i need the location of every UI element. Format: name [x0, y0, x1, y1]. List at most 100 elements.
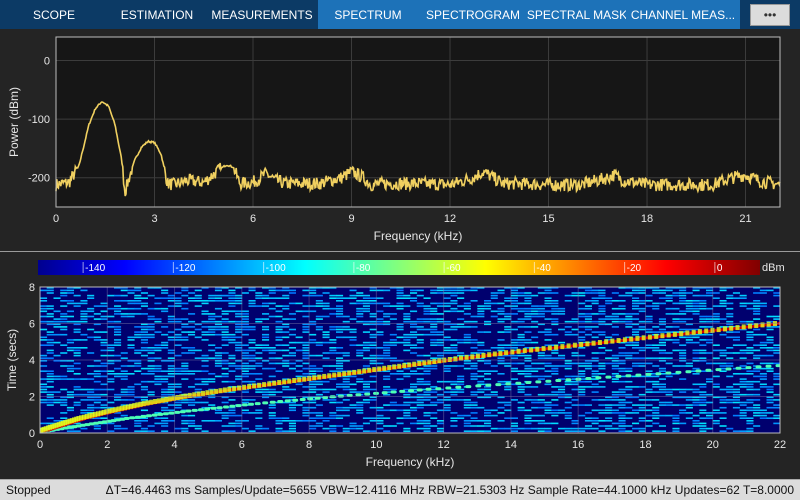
spectrogram-cell — [504, 380, 512, 383]
spectrogram-cell — [309, 427, 317, 430]
spectrogram-cell — [396, 307, 404, 310]
tab-measurements[interactable]: MEASUREMENTS — [206, 0, 318, 29]
spectrogram-cell — [618, 300, 626, 302]
spectrogram-cell — [302, 357, 310, 359]
spectrogram-cell — [625, 430, 633, 432]
spectrogram-cell — [699, 307, 707, 310]
spectrogram-cell — [759, 409, 767, 412]
spectrogram-cell — [120, 352, 128, 354]
spectrogram-cell — [235, 302, 243, 305]
spectrogram-harmonic-cell — [745, 366, 752, 370]
spectrogram-cell — [652, 347, 660, 349]
spectrogram-cell — [416, 393, 424, 396]
tab-spectrogram[interactable]: SPECTROGRAM — [418, 0, 528, 29]
spectrogram-cell — [46, 307, 54, 310]
spectrogram-cell — [73, 393, 81, 396]
spectrogram-cell — [100, 388, 108, 391]
spectrogram-cell — [376, 297, 384, 299]
spectrogram-cell — [309, 386, 317, 388]
spectrogram-cell — [315, 412, 323, 414]
spectrogram-cell — [773, 393, 780, 396]
spectrogram-cell — [40, 365, 48, 367]
spectrogram-cell — [544, 427, 552, 430]
spectrogram-cell — [618, 422, 626, 425]
spectrogram-cell — [309, 373, 317, 375]
spectrogram-cell — [181, 347, 189, 349]
overflow-menu-icon[interactable]: ••• — [750, 3, 790, 26]
tab-channel-meas[interactable]: CHANNEL MEAS... — [626, 0, 740, 29]
spectrogram-cell — [578, 370, 586, 372]
tab-spectral-mask[interactable]: SPECTRAL MASK — [527, 0, 627, 29]
spectrogram-harmonic-cell — [615, 374, 622, 378]
spectrogram-cell — [362, 401, 370, 404]
spectrogram-harmonic-cell — [625, 374, 632, 378]
spectrogram-cell — [255, 365, 263, 367]
spectrogram-cell — [732, 352, 740, 354]
spectrogram-cell — [241, 357, 249, 359]
colorbar-tick-label: -40 — [536, 263, 551, 274]
spectrogram-cell — [685, 292, 693, 294]
spectrogram-cell — [40, 386, 48, 388]
spectrogram-cell — [544, 357, 552, 359]
spectrogram-cell — [732, 401, 740, 404]
spectrogram-cell — [558, 357, 566, 359]
spectrogram-cell — [403, 417, 411, 419]
spectrogram-cell — [544, 406, 552, 409]
spectrogram-cell — [188, 386, 196, 388]
spectrogram-cell — [396, 422, 404, 425]
spectrogram-cell — [342, 406, 350, 409]
spectrogram-cell — [93, 380, 101, 383]
spectrogram-cell — [295, 404, 303, 406]
spectrum-x-tick-label: 18 — [641, 213, 653, 225]
tab-estimation[interactable]: ESTIMATION — [108, 0, 206, 29]
spectrogram-cell — [719, 333, 727, 336]
panel-divider[interactable] — [0, 251, 800, 252]
spectrogram-cell — [712, 297, 720, 299]
spectrogram-cell — [140, 373, 148, 375]
spectrogram-cell — [315, 370, 323, 372]
spectrogram-cell — [645, 404, 653, 406]
spectrogram-cell — [255, 409, 263, 412]
spectrogram-cell — [423, 333, 431, 336]
spectrogram-cell — [208, 420, 216, 422]
tab-spectrum[interactable]: SPECTRUM — [318, 0, 418, 29]
spectrogram-cell — [463, 339, 471, 341]
spectrogram-cell — [773, 326, 780, 328]
spectrogram-cell — [450, 380, 458, 383]
spectrogram-cell — [383, 320, 391, 323]
spectrogram-cell — [80, 409, 88, 412]
tab-scope[interactable]: SCOPE — [0, 0, 108, 29]
spectrogram-cell — [127, 292, 135, 294]
spectrogram-cell — [114, 307, 122, 310]
spectrogram-cell — [571, 294, 579, 297]
spectrogram-cell — [241, 401, 249, 404]
spectrogram-cell — [66, 289, 74, 292]
spectrogram-cell — [719, 362, 727, 365]
spectrogram-cell — [463, 430, 471, 432]
spectrogram-cell — [497, 406, 505, 409]
spectrogram-cell — [544, 297, 552, 299]
spectrogram-cell — [93, 373, 101, 375]
spectrogram-cell — [524, 326, 532, 328]
spectrogram-cell — [410, 297, 418, 299]
spectrogram-cell — [80, 333, 88, 336]
spectrogram-chirp-halo — [222, 387, 227, 393]
spectrogram-cell — [564, 430, 572, 432]
spectrogram-cell — [598, 365, 606, 367]
spectrogram-cell — [726, 401, 734, 404]
spectrogram-cell — [679, 313, 687, 315]
spectrogram-cell — [477, 313, 485, 315]
spectrogram-cell — [423, 318, 431, 320]
spectrogram-cell — [753, 305, 761, 307]
spectrogram-cell — [436, 302, 444, 305]
spectrogram-cell — [356, 352, 364, 354]
spectrogram-cell — [403, 375, 411, 378]
spectrogram-cell — [632, 289, 640, 292]
spectrogram-cell — [436, 318, 444, 320]
spectrogram-cell — [551, 365, 559, 367]
spectrogram-cell — [739, 297, 747, 299]
spectrogram-cell — [470, 300, 478, 302]
spectrogram-cell — [329, 352, 337, 354]
spectrogram-cell — [288, 388, 296, 391]
spectrogram-cell — [221, 425, 229, 427]
